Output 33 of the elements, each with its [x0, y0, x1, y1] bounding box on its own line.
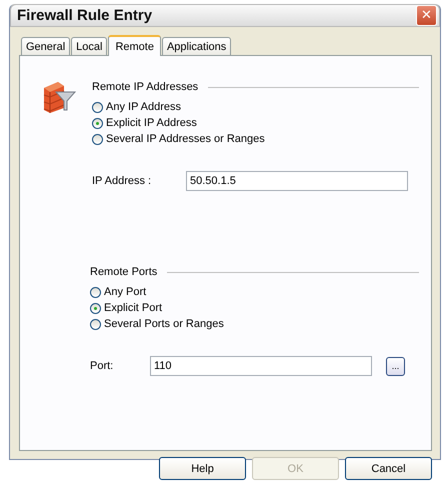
brick-wall-funnel-icon: [42, 80, 76, 114]
field-label: IP Address :: [92, 175, 152, 187]
tab[interactable]: Applications: [162, 37, 232, 55]
input-field[interactable]: 110: [150, 356, 372, 376]
radio-label: Any Port: [104, 286, 146, 298]
radio-button[interactable]: [92, 102, 103, 112]
radio-option[interactable]: Several IP Addresses or Ranges: [92, 132, 419, 146]
radio-label: Explicit IP Address: [106, 117, 197, 129]
radio-button[interactable]: [92, 118, 103, 128]
field-label: Port:: [90, 360, 114, 372]
group-title: Remote IP Addresses: [92, 81, 198, 93]
radio-label: Any IP Address: [106, 101, 182, 113]
radio-button[interactable]: [90, 286, 101, 298]
radio-button[interactable]: [90, 302, 101, 314]
dialog-button[interactable]: Help: [159, 457, 246, 480]
input-field[interactable]: 50.50.1.5: [186, 171, 408, 191]
radio-option[interactable]: Any IP Address: [92, 100, 419, 114]
radio-label: Several Ports or Ranges: [104, 318, 224, 330]
group-title: Remote Ports: [90, 266, 158, 278]
tab[interactable]: Local: [71, 37, 108, 55]
radio-button[interactable]: [92, 134, 103, 144]
browse-button[interactable]: ...: [386, 356, 405, 376]
radio-label: Explicit Port: [104, 302, 162, 314]
radio-option[interactable]: Any Port: [90, 285, 419, 299]
radio-label: Several IP Addresses or Ranges: [106, 133, 265, 145]
radio-option[interactable]: Explicit Port: [90, 301, 419, 315]
tab[interactable]: Remote: [108, 35, 161, 56]
tab[interactable]: General: [21, 37, 70, 55]
dialog-button[interactable]: Cancel: [345, 457, 432, 480]
radio-option[interactable]: Explicit IP Address: [92, 116, 419, 130]
radio-option[interactable]: Several Ports or Ranges: [90, 317, 419, 331]
radio-button[interactable]: [90, 318, 101, 330]
window-title: Firewall Rule Entry: [17, 7, 152, 24]
